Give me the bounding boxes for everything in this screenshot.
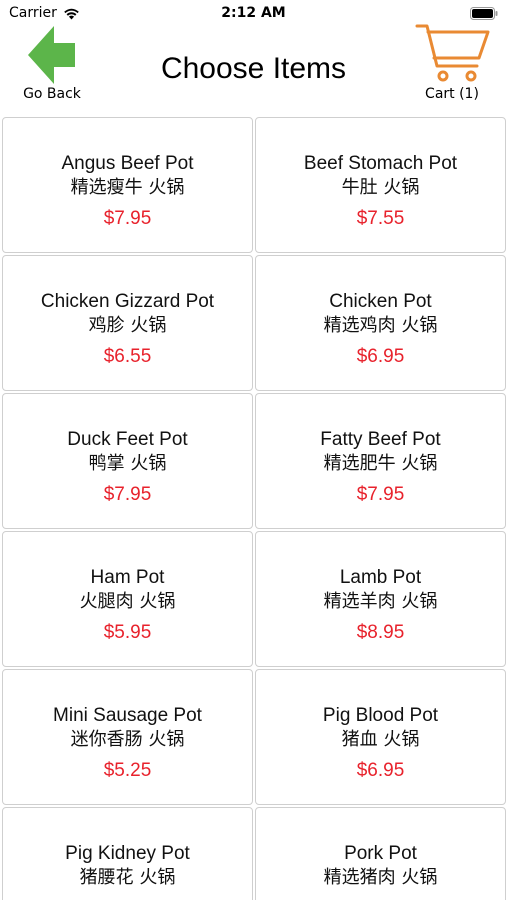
item-price: $6.95 — [356, 760, 405, 781]
item-name-chinese: 牛肚 火锅 — [341, 177, 420, 198]
item-price: $7.95 — [103, 208, 152, 229]
item-price: $7.55 — [356, 208, 405, 229]
item-price: $7.95 — [356, 484, 405, 505]
item-card[interactable]: Pork Pot 精选猪肉 火锅 — [255, 807, 506, 900]
status-time: 2:12 AM — [221, 5, 286, 21]
item-name: Beef Stomach Pot — [303, 153, 458, 174]
item-name-chinese: 火腿肉 火锅 — [79, 591, 176, 612]
item-grid: Angus Beef Pot 精选瘦牛 火锅 $7.95 Beef Stomac… — [2, 117, 506, 900]
item-name: Duck Feet Pot — [67, 429, 188, 450]
item-card[interactable]: Pig Kidney Pot 猪腰花 火锅 — [2, 807, 253, 900]
screen: Carrier 2:12 AM Go Back Choose Items Car… — [0, 0, 507, 900]
item-card[interactable]: Beef Stomach Pot 牛肚 火锅 $7.55 — [255, 117, 506, 253]
item-name: Pig Blood Pot — [322, 705, 439, 726]
item-price: $7.95 — [103, 484, 152, 505]
item-name: Angus Beef Pot — [61, 153, 194, 174]
item-name: Ham Pot — [90, 567, 165, 588]
item-price: $5.95 — [103, 622, 152, 643]
item-price: $8.95 — [356, 622, 405, 643]
item-card[interactable]: Angus Beef Pot 精选瘦牛 火锅 $7.95 — [2, 117, 253, 253]
item-name: Lamb Pot — [339, 567, 422, 588]
item-name-chinese: 精选猪肉 火锅 — [323, 867, 438, 888]
item-card[interactable]: Fatty Beef Pot 精选肥牛 火锅 $7.95 — [255, 393, 506, 529]
item-name: Pig Kidney Pot — [65, 843, 190, 864]
item-card[interactable]: Ham Pot 火腿肉 火锅 $5.95 — [2, 531, 253, 667]
item-card[interactable]: Chicken Gizzard Pot 鸡胗 火锅 $6.55 — [2, 255, 253, 391]
item-name: Fatty Beef Pot — [320, 429, 441, 450]
item-name-chinese: 迷你香肠 火锅 — [70, 729, 185, 750]
item-name-chinese: 精选羊肉 火锅 — [323, 591, 438, 612]
item-name-chinese: 猪腰花 火锅 — [79, 867, 176, 888]
item-name: Pork Pot — [344, 843, 417, 864]
item-name-chinese: 精选瘦牛 火锅 — [70, 177, 185, 198]
item-card[interactable]: Chicken Pot 精选鸡肉 火锅 $6.95 — [255, 255, 506, 391]
item-name: Mini Sausage Pot — [53, 705, 202, 726]
go-back-label: Go Back — [23, 86, 81, 102]
item-name-chinese: 精选肥牛 火锅 — [323, 453, 438, 474]
item-card[interactable]: Pig Blood Pot 猪血 火锅 $6.95 — [255, 669, 506, 805]
item-card[interactable]: Duck Feet Pot 鸭掌 火锅 $7.95 — [2, 393, 253, 529]
shopping-cart-icon — [415, 24, 490, 82]
cart-label: Cart (1) — [425, 86, 479, 102]
item-card[interactable]: Mini Sausage Pot 迷你香肠 火锅 $5.25 — [2, 669, 253, 805]
item-name-chinese: 鸡胗 火锅 — [88, 315, 167, 336]
item-price: $6.95 — [356, 346, 405, 367]
item-name: Chicken Gizzard Pot — [40, 291, 215, 312]
item-price: $5.25 — [103, 760, 152, 781]
battery-icon — [470, 7, 498, 20]
item-card[interactable]: Lamb Pot 精选羊肉 火锅 $8.95 — [255, 531, 506, 667]
item-name-chinese: 精选鸡肉 火锅 — [323, 315, 438, 336]
cart-button[interactable]: Cart (1) — [407, 22, 497, 106]
item-price: $6.55 — [103, 346, 152, 367]
item-name: Chicken Pot — [329, 291, 432, 312]
item-name-chinese: 鸭掌 火锅 — [88, 453, 167, 474]
item-name-chinese: 猪血 火锅 — [341, 729, 420, 750]
